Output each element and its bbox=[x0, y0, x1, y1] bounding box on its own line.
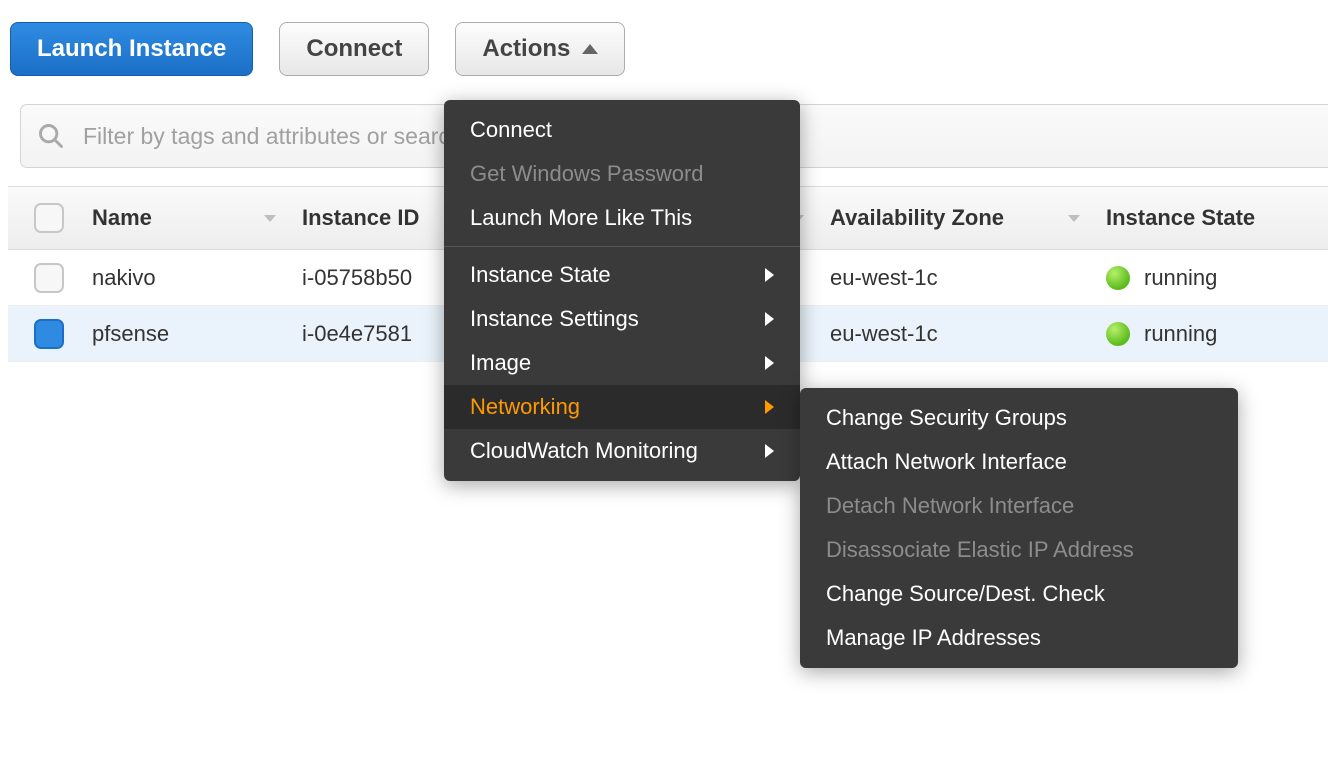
chevron-right-icon bbox=[765, 268, 774, 282]
cell-name: pfsense bbox=[92, 321, 302, 347]
menu-item-instance-state[interactable]: Instance State bbox=[444, 253, 800, 297]
menu-item-get-windows-password: Get Windows Password bbox=[444, 152, 800, 196]
menu-item-cloudwatch[interactable]: CloudWatch Monitoring bbox=[444, 429, 800, 473]
menu-separator bbox=[444, 246, 800, 247]
networking-submenu: Change Security Groups Attach Network In… bbox=[800, 388, 1238, 668]
status-running-icon bbox=[1106, 322, 1130, 346]
column-header-name[interactable]: Name bbox=[92, 205, 302, 231]
column-header-availability-zone[interactable]: Availability Zone bbox=[830, 205, 1106, 231]
menu-item-instance-settings[interactable]: Instance Settings bbox=[444, 297, 800, 341]
menu-label: CloudWatch Monitoring bbox=[470, 438, 698, 464]
search-icon bbox=[37, 122, 65, 150]
chevron-right-icon bbox=[765, 400, 774, 414]
menu-item-image[interactable]: Image bbox=[444, 341, 800, 385]
column-state-label: Instance State bbox=[1106, 205, 1255, 231]
connect-button[interactable]: Connect bbox=[279, 22, 429, 76]
actions-button[interactable]: Actions bbox=[455, 22, 625, 76]
column-az-label: Availability Zone bbox=[830, 205, 1004, 231]
sort-caret-icon bbox=[264, 215, 276, 222]
chevron-up-icon bbox=[582, 44, 598, 54]
column-name-label: Name bbox=[92, 205, 152, 231]
row-checkbox[interactable] bbox=[34, 319, 64, 349]
menu-item-change-security-groups[interactable]: Change Security Groups bbox=[800, 396, 1238, 440]
cell-name: nakivo bbox=[92, 265, 302, 291]
column-header-instance-state[interactable]: Instance State bbox=[1106, 205, 1326, 231]
column-instance-id-label: Instance ID bbox=[302, 205, 419, 231]
menu-item-connect[interactable]: Connect bbox=[444, 108, 800, 152]
cell-instance-state: running bbox=[1106, 265, 1326, 291]
actions-label: Actions bbox=[482, 35, 570, 63]
menu-item-manage-ip[interactable]: Manage IP Addresses bbox=[800, 616, 1238, 660]
state-text: running bbox=[1144, 321, 1217, 347]
cell-availability-zone: eu-west-1c bbox=[830, 321, 1106, 347]
menu-label: Instance Settings bbox=[470, 306, 639, 332]
launch-instance-button[interactable]: Launch Instance bbox=[10, 22, 253, 76]
sort-caret-icon bbox=[1068, 215, 1080, 222]
menu-item-change-source-dest[interactable]: Change Source/Dest. Check bbox=[800, 572, 1238, 616]
actions-menu: Connect Get Windows Password Launch More… bbox=[444, 100, 800, 481]
status-running-icon bbox=[1106, 266, 1130, 290]
menu-item-detach-network-interface: Detach Network Interface bbox=[800, 484, 1238, 528]
row-checkbox[interactable] bbox=[34, 263, 64, 293]
menu-item-disassociate-eip: Disassociate Elastic IP Address bbox=[800, 528, 1238, 572]
toolbar: Launch Instance Connect Actions bbox=[8, 22, 1328, 76]
chevron-right-icon bbox=[765, 356, 774, 370]
chevron-right-icon bbox=[765, 312, 774, 326]
chevron-right-icon bbox=[765, 444, 774, 458]
cell-instance-state: running bbox=[1106, 321, 1326, 347]
menu-item-launch-more[interactable]: Launch More Like This bbox=[444, 196, 800, 240]
select-all-checkbox[interactable] bbox=[34, 203, 64, 233]
header-checkbox-cell bbox=[8, 203, 92, 233]
menu-label: Networking bbox=[470, 394, 580, 420]
menu-item-networking[interactable]: Networking bbox=[444, 385, 800, 429]
cell-availability-zone: eu-west-1c bbox=[830, 265, 1106, 291]
menu-label: Instance State bbox=[470, 262, 611, 288]
menu-label: Image bbox=[470, 350, 531, 376]
state-text: running bbox=[1144, 265, 1217, 291]
menu-item-attach-network-interface[interactable]: Attach Network Interface bbox=[800, 440, 1238, 484]
